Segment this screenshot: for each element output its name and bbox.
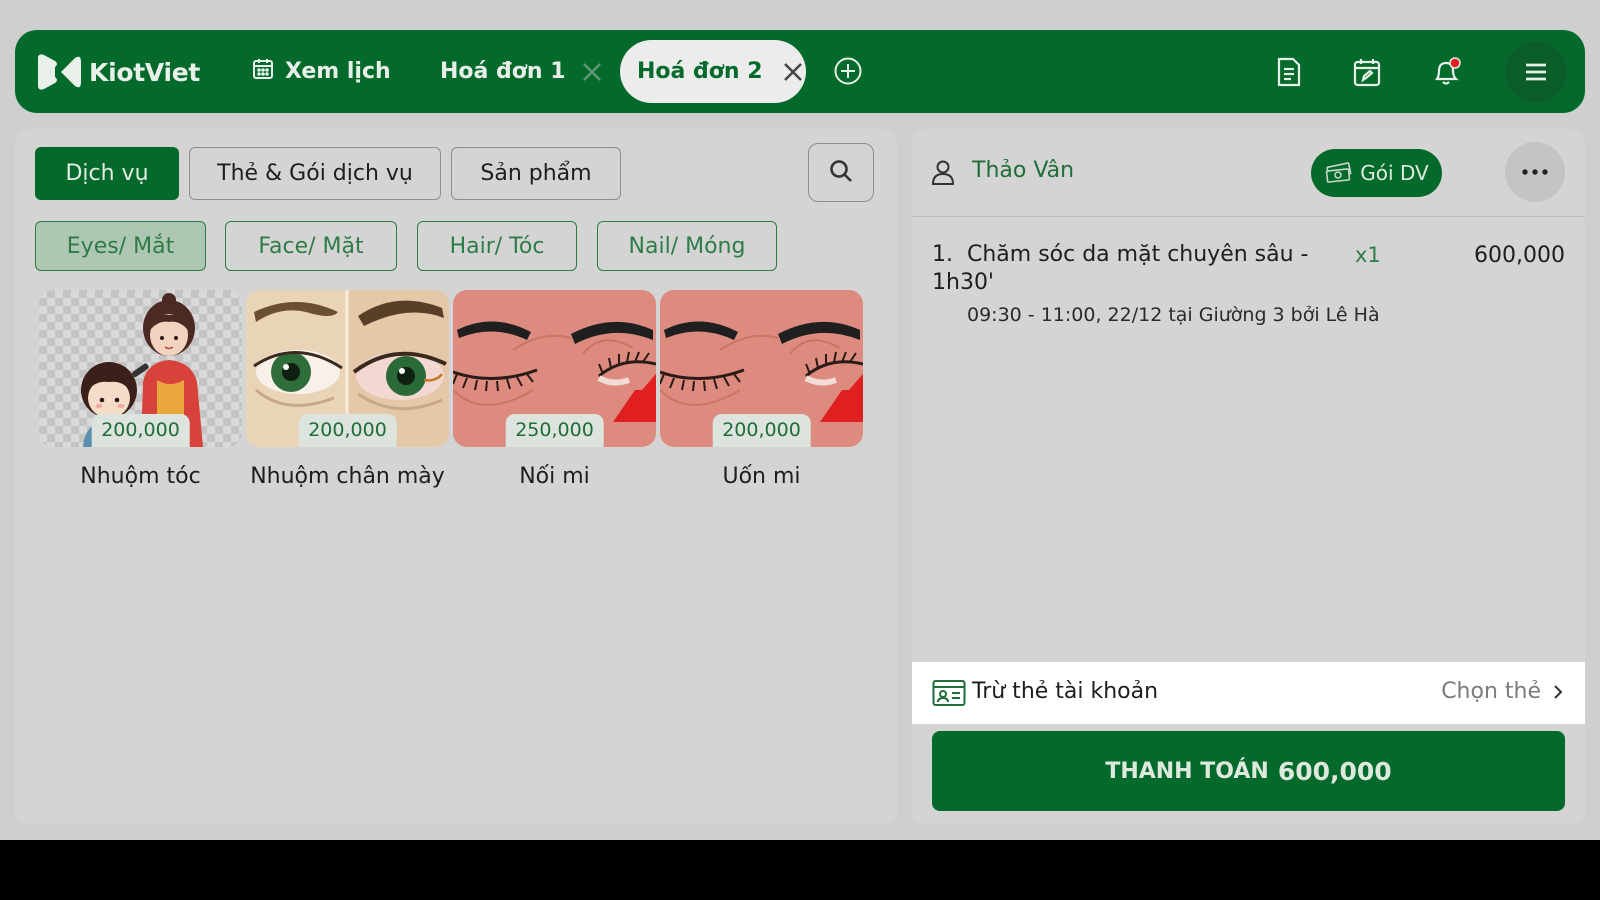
service-price: 200,000 xyxy=(91,414,190,447)
chevron-right-icon xyxy=(1553,684,1563,700)
tab-invoice-2[interactable]: Hoá đơn 2 xyxy=(620,40,806,103)
tab-invoice-1[interactable]: Hoá đơn 1 xyxy=(440,30,602,113)
user-icon xyxy=(931,159,955,189)
tab-invoice-2-label: Hoá đơn 2 xyxy=(637,59,763,84)
kiotviet-logo-icon xyxy=(35,50,83,94)
order-item-qty[interactable]: x1 xyxy=(1355,243,1381,267)
tab-invoice-1-label: Hoá đơn 1 xyxy=(440,59,566,84)
tab-calendar-label: Xem lịch xyxy=(285,59,391,84)
service-package-label: Gói DV xyxy=(1360,161,1429,185)
calendar-edit-icon[interactable] xyxy=(1347,52,1387,92)
service-name: Nhuộm chân mày xyxy=(250,464,445,489)
order-panel: Thảo Vân Gói DV 1. Chăm sóc da mặt chuyê… xyxy=(912,129,1585,825)
order-item-name[interactable]: 1. Chăm sóc da mặt chuyên sâu - 1h30' xyxy=(932,241,1312,297)
service-image-hair-dye: 200,000 xyxy=(39,290,242,447)
choose-card-link[interactable]: Chọn thẻ xyxy=(1441,679,1563,704)
service-card[interactable]: 200,000 Uốn mi xyxy=(660,290,863,489)
category-services[interactable]: Dịch vụ xyxy=(35,147,179,200)
brand-name: KiotViet xyxy=(89,57,201,87)
id-card-icon xyxy=(932,679,966,711)
money-icon xyxy=(1324,162,1354,184)
brand-logo[interactable]: KiotViet xyxy=(35,50,200,94)
checkout-label: THANH TOÁN xyxy=(1105,758,1269,784)
customer-name[interactable]: Thảo Vân xyxy=(972,158,1074,183)
close-icon[interactable] xyxy=(582,62,602,82)
subcategory-face[interactable]: Face/ Mặt xyxy=(225,221,397,271)
customer-row: Thảo Vân Gói DV xyxy=(912,129,1585,217)
service-price: 200,000 xyxy=(298,414,397,447)
service-name: Nối mi xyxy=(519,464,590,489)
bell-icon[interactable] xyxy=(1427,52,1467,92)
subcategory-hair[interactable]: Hair/ Tóc xyxy=(417,221,577,271)
choose-card-label: Chọn thẻ xyxy=(1441,679,1541,704)
service-package-button[interactable]: Gói DV xyxy=(1311,149,1442,197)
more-options-icon[interactable] xyxy=(1505,142,1565,202)
service-card[interactable]: 200,000 Nhuộm tóc xyxy=(39,290,242,489)
tab-calendar[interactable]: Xem lịch xyxy=(251,30,391,113)
order-item-schedule: 09:30 - 11:00, 22/12 tại Giường 3 bởi Lê… xyxy=(967,304,1380,326)
category-cards-packages[interactable]: Thẻ & Gói dịch vụ xyxy=(189,147,441,200)
account-card-deduction-row[interactable]: Trừ thẻ tài khoản Chọn thẻ xyxy=(912,662,1585,724)
order-item-title: Chăm sóc da mặt chuyên sâu - 1h30' xyxy=(932,242,1309,295)
calendar-icon xyxy=(251,57,275,87)
service-name: Uốn mi xyxy=(722,464,801,489)
bottom-black-band xyxy=(0,840,1600,900)
service-card[interactable]: 250,000 Nối mi xyxy=(453,290,656,489)
card-deduction-label: Trừ thẻ tài khoản xyxy=(972,679,1159,704)
checkout-button[interactable]: THANH TOÁN 600,000 xyxy=(932,731,1565,811)
add-tab-icon[interactable] xyxy=(833,56,863,90)
app-screen: KiotViet Xem lịch Hoá đơn 1 Hoá đơn 2 Dị… xyxy=(0,0,1600,840)
service-image-lash-extension: 250,000 xyxy=(453,290,656,447)
service-price: 250,000 xyxy=(505,414,604,447)
subcategory-nail[interactable]: Nail/ Móng xyxy=(597,221,777,271)
order-item-index: 1. xyxy=(932,242,953,267)
search-icon xyxy=(828,158,854,188)
close-icon[interactable] xyxy=(783,62,803,82)
service-name: Nhuộm tóc xyxy=(80,464,201,489)
hamburger-menu-icon[interactable] xyxy=(1505,41,1567,103)
search-button[interactable] xyxy=(808,143,874,202)
service-price: 200,000 xyxy=(712,414,811,447)
invoice-icon[interactable] xyxy=(1269,52,1309,92)
order-item-price: 600,000 xyxy=(1474,243,1565,268)
top-bar: KiotViet Xem lịch Hoá đơn 1 Hoá đơn 2 xyxy=(15,30,1585,113)
category-products[interactable]: Sản phẩm xyxy=(451,147,621,200)
checkout-amount: 600,000 xyxy=(1277,756,1392,786)
service-image-lash-lift: 200,000 xyxy=(660,290,863,447)
service-image-brow-dye: 200,000 xyxy=(246,290,449,447)
service-card[interactable]: 200,000 Nhuộm chân mày xyxy=(246,290,449,489)
subcategory-eyes[interactable]: Eyes/ Mắt xyxy=(35,221,206,271)
catalog-panel: Dịch vụ Thẻ & Gói dịch vụ Sản phẩm Eyes/… xyxy=(15,129,897,825)
